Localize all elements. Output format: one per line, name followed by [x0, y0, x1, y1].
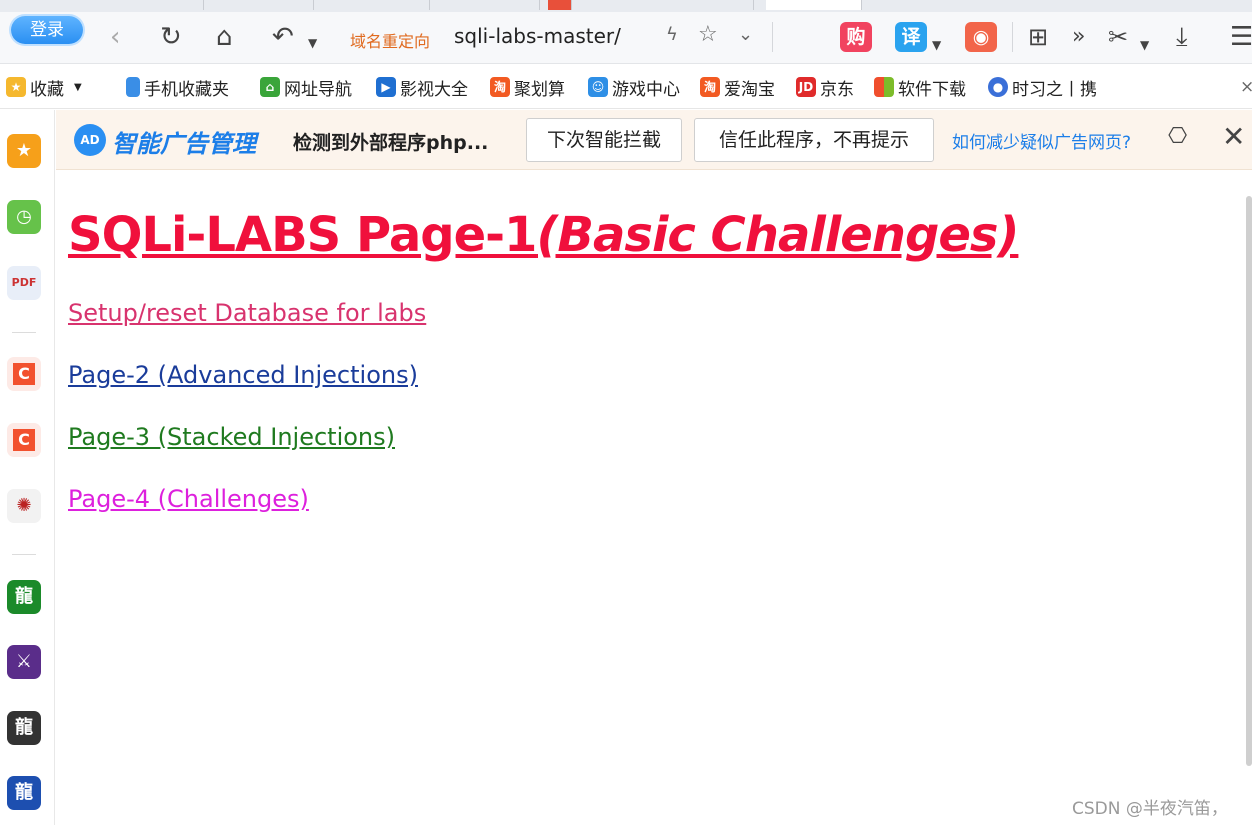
taobao-icon: 淘 [700, 77, 720, 97]
page-3-link[interactable]: Page-3 (Stacked Injections) [68, 423, 395, 451]
phone-icon [126, 77, 140, 97]
ad-message: 检测到外部程序php... [293, 132, 489, 154]
star-icon[interactable]: ☆ [698, 22, 718, 47]
bookmark-item[interactable]: ▶ 影视大全 [376, 75, 468, 100]
ad-notice-bar: AD 智能广告管理 检测到外部程序php... 下次智能拦截 信任此程序，不再提… [56, 110, 1252, 170]
jd-icon: JD [796, 77, 816, 97]
download-icon[interactable]: ⤓ [1176, 24, 1188, 50]
trust-program-button[interactable]: 信任此程序，不再提示 [694, 118, 934, 162]
settings-icon[interactable]: ⎔ [1168, 124, 1187, 149]
bookmark-item[interactable]: ⌂ 网址导航 [260, 75, 352, 100]
chevron-down-icon: ▼ [74, 81, 82, 93]
address-bar[interactable]: 域名重定向 sqli-labs-master/ ϟ ☆ ⌄ [340, 22, 770, 54]
bookmark-label: 软件下载 [898, 79, 966, 100]
login-button[interactable]: 登录 [11, 16, 83, 44]
bookmark-label: 游戏中心 [612, 79, 680, 100]
divider [772, 22, 773, 52]
bookmarks-bar: ★ 收藏 ▼ 手机收藏夹 ⌂ 网址导航 ▶ 影视大全 淘 聚划算 ☺ 游戏中心 … [0, 65, 1252, 109]
close-icon[interactable]: ✕ [1222, 120, 1245, 153]
bookmark-label: 聚划算 [514, 79, 565, 100]
badge-icon: ● [988, 77, 1008, 97]
lightning-icon[interactable]: ϟ [666, 24, 678, 45]
page-4-link[interactable]: Page-4 (Challenges) [68, 485, 309, 513]
star-icon: ★ [6, 77, 26, 97]
block-next-time-button[interactable]: 下次智能拦截 [526, 118, 682, 162]
close-icon[interactable]: × [1240, 75, 1252, 99]
browser-toolbar: 登录 ‹ ↻ ⌂ ↶ ▼ 域名重定向 sqli-labs-master/ ϟ ☆… [0, 12, 1252, 64]
gamepad-icon[interactable]: ◉ [965, 22, 997, 52]
page-2-link[interactable]: Page-2 (Advanced Injections) [68, 361, 418, 389]
game-icon: ☺ [588, 77, 608, 97]
ad-title: 智能广告管理 [112, 130, 256, 158]
page-content: SQLi-LABS Page-1(Basic Challenges) Setup… [56, 171, 1246, 825]
bookmark-label: 时习之丨携 [1012, 79, 1097, 100]
back-icon[interactable]: ‹ [110, 24, 120, 50]
bookmark-item[interactable]: ★ 收藏 ▼ [6, 75, 82, 100]
browser-tab[interactable] [548, 0, 572, 10]
clock-icon[interactable]: ◷ [7, 200, 41, 234]
c-app-icon[interactable]: C [7, 423, 41, 457]
dragon-game-icon[interactable]: 龍 [7, 711, 41, 745]
ad-help-link[interactable]: 如何减少疑似广告网页? [952, 128, 1131, 153]
page-title-sub: (Basic Challenges) [536, 207, 1019, 263]
vertical-scrollbar[interactable] [1246, 196, 1252, 766]
browser-tab[interactable] [430, 0, 540, 10]
translate-icon[interactable]: 译 [895, 22, 927, 52]
bookmark-item[interactable]: 手机收藏夹 [126, 75, 229, 100]
shopping-icon[interactable]: 购 [840, 22, 872, 52]
seal-icon[interactable]: ✺ [7, 489, 41, 523]
watermark: CSDN @半夜汽笛， [1072, 799, 1228, 819]
chevron-down-icon[interactable]: ▼ [308, 30, 317, 56]
bookmark-label: 爱淘宝 [724, 79, 775, 100]
apps-grid-icon[interactable]: ⊞ [1028, 24, 1048, 50]
tab-strip [0, 0, 1252, 12]
film-icon: ▶ [376, 77, 396, 97]
left-sidebar: ★ ◷ PDF C C ✺ 龍 ⚔ 龍 龍 [0, 110, 55, 825]
dragon-game-icon[interactable]: 龍 [7, 776, 41, 810]
chevron-down-icon[interactable]: ⌄ [738, 24, 753, 45]
browser-tab[interactable] [204, 0, 314, 10]
dragon-game-icon[interactable]: 龍 [7, 580, 41, 614]
house-icon: ⌂ [260, 77, 280, 97]
divider [1012, 22, 1013, 52]
divider [12, 332, 36, 333]
pdf-to-word-icon[interactable]: PDF [7, 266, 41, 300]
bookmark-label: 京东 [820, 79, 854, 100]
reload-icon[interactable]: ↻ [160, 24, 182, 50]
home-icon[interactable]: ⌂ [216, 24, 233, 50]
undo-icon[interactable]: ↶ [272, 24, 294, 50]
browser-tab[interactable] [96, 0, 204, 10]
setup-database-link[interactable]: Setup/reset Database for labs [68, 299, 426, 327]
windows-icon [874, 77, 894, 97]
bookmark-item[interactable]: 淘 爱淘宝 [700, 75, 775, 100]
more-chevron-icon[interactable]: » [1072, 24, 1085, 50]
sword-game-icon[interactable]: ⚔ [7, 645, 41, 679]
page-title: SQLi-LABS Page-1(Basic Challenges) [68, 207, 1019, 263]
c-app-icon[interactable]: C [7, 357, 41, 391]
chevron-down-icon[interactable]: ▼ [1140, 32, 1149, 58]
browser-tab[interactable] [314, 0, 430, 10]
bookmark-label: 手机收藏夹 [144, 79, 229, 100]
bookmark-label: 网址导航 [284, 79, 352, 100]
browser-tab-active[interactable] [766, 0, 862, 10]
menu-icon[interactable]: ☰ [1230, 24, 1252, 50]
chevron-down-icon[interactable]: ▼ [932, 32, 941, 58]
page-title-main: SQLi-LABS Page-1 [68, 207, 537, 263]
bookmark-item[interactable]: ☺ 游戏中心 [588, 75, 680, 100]
divider [12, 554, 36, 555]
bookmark-item[interactable]: 软件下载 [874, 75, 966, 100]
bookmark-item[interactable]: JD 京东 [796, 75, 854, 100]
url-text[interactable]: sqli-labs-master/ [454, 24, 621, 48]
bookmark-label: 影视大全 [400, 79, 468, 100]
bookmark-item[interactable]: ● 时习之丨携 [988, 75, 1097, 100]
bookmark-item[interactable]: 淘 聚划算 [490, 75, 565, 100]
scissors-icon[interactable]: ✂ [1108, 24, 1128, 50]
bookmark-label: 收藏 [30, 79, 64, 100]
taobao-icon: 淘 [490, 77, 510, 97]
browser-tab[interactable] [640, 0, 754, 10]
favorites-star-icon[interactable]: ★ [7, 134, 41, 168]
ad-logo-icon: AD [74, 124, 106, 156]
redirect-label: 域名重定向 [350, 32, 431, 51]
